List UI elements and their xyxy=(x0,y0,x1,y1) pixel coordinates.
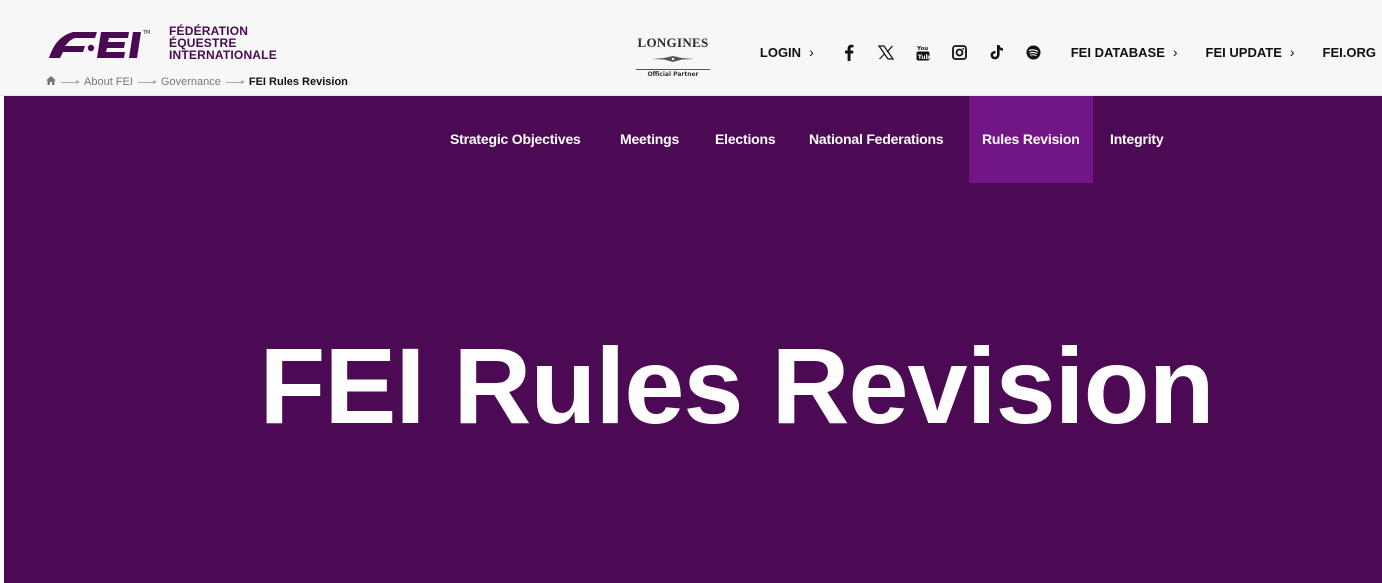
x-icon xyxy=(877,44,894,60)
x-link[interactable] xyxy=(877,43,895,61)
partner-tagline: Official Partner xyxy=(647,71,699,78)
home-icon xyxy=(46,76,56,85)
tiktok-link[interactable] xyxy=(988,43,1006,61)
hero-banner: Strategic Objectives Meetings Elections … xyxy=(4,96,1382,583)
svg-text:Tube: Tube xyxy=(918,53,930,60)
breadcrumb-item-about-fei[interactable]: About FEI xyxy=(84,76,133,88)
spotify-link[interactable] xyxy=(1025,43,1043,61)
fei-database-label: FEI DATABASE xyxy=(1070,44,1165,60)
svg-text:You: You xyxy=(916,46,928,52)
breadcrumb-separator xyxy=(225,79,245,84)
fei-org-link[interactable]: FEI.ORG xyxy=(1323,45,1376,60)
login-label: LOGIN xyxy=(759,44,802,60)
logo-wordmark: FÉDÉRATION ÉQUESTRE INTERNATIONALE xyxy=(169,25,277,61)
subnav-item-elections[interactable]: Elections xyxy=(715,96,776,183)
page: TM FÉDÉRATION ÉQUESTRE INTERNATIONALE Ab… xyxy=(0,0,1382,583)
facebook-icon xyxy=(844,44,854,61)
chevron-right-icon: › xyxy=(809,44,814,60)
subnav-item-strategic-objectives[interactable]: Strategic Objectives xyxy=(450,96,581,183)
facebook-link[interactable] xyxy=(840,43,858,61)
subnav-item-meetings[interactable]: Meetings xyxy=(620,96,679,183)
social-links: You Tube xyxy=(840,43,1043,61)
page-title: FEI Rules Revision xyxy=(259,325,1214,446)
svg-text:TM: TM xyxy=(142,30,150,36)
breadcrumb: About FEI Governance FEI Rules Revision xyxy=(46,76,348,88)
fei-logo-icon: TM xyxy=(49,30,150,58)
chevron-right-icon: › xyxy=(1289,44,1295,60)
youtube-icon: You Tube xyxy=(916,46,930,61)
login-link[interactable]: LOGIN › xyxy=(760,44,814,60)
subnav-item-rules-revision[interactable]: Rules Revision xyxy=(969,96,1093,183)
partner-divider xyxy=(636,69,710,70)
breadcrumb-item-current: FEI Rules Revision xyxy=(248,76,348,88)
section-navigation: Strategic Objectives Meetings Elections … xyxy=(4,96,1382,183)
subnav-item-integrity[interactable]: Integrity xyxy=(1110,96,1164,183)
longines-partner-logo[interactable]: LONGINES Official Partner xyxy=(634,36,712,79)
fei-logo-link[interactable]: TM FÉDÉRATION ÉQUESTRE INTERNATIONALE xyxy=(45,24,277,62)
fei-update-label: FEI UPDATE xyxy=(1205,44,1282,60)
longines-wings-icon xyxy=(652,56,694,62)
breadcrumb-separator xyxy=(137,79,157,84)
breadcrumb-separator xyxy=(61,79,80,84)
instagram-link[interactable] xyxy=(951,43,969,61)
spotify-icon xyxy=(1026,45,1041,59)
breadcrumb-home[interactable] xyxy=(46,76,56,88)
instagram-icon xyxy=(952,44,968,60)
logo-wordmark-line3: INTERNATIONALE xyxy=(169,48,277,62)
subnav-item-national-federations[interactable]: National Federations xyxy=(809,96,944,183)
tiktok-icon xyxy=(990,45,1003,60)
fei-update-link[interactable]: FEI UPDATE › xyxy=(1206,44,1295,60)
top-navigation: LOGIN › You Tub FEI DATABASE › FEI UPDAT… xyxy=(760,40,1376,64)
breadcrumb-item-governance[interactable]: Governance xyxy=(161,76,221,88)
fei-database-link[interactable]: FEI DATABASE › xyxy=(1071,44,1178,60)
site-header: TM FÉDÉRATION ÉQUESTRE INTERNATIONALE Ab… xyxy=(0,0,1382,96)
youtube-link[interactable]: You Tube xyxy=(914,43,932,61)
partner-name: LONGINES xyxy=(637,35,709,50)
chevron-right-icon: › xyxy=(1172,44,1178,60)
